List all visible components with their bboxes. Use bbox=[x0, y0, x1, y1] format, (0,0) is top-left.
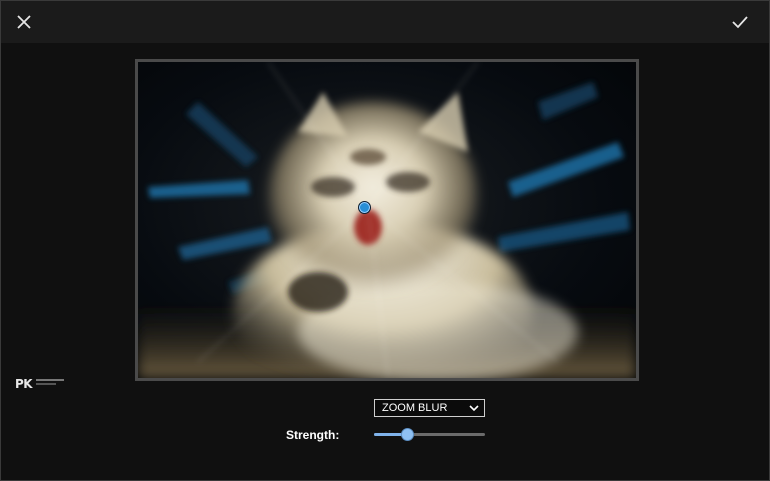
checkmark-icon bbox=[732, 16, 748, 29]
close-button[interactable] bbox=[11, 9, 37, 35]
strength-label: Strength: bbox=[286, 428, 340, 442]
filter-type-select[interactable]: ZOOM BLUR bbox=[374, 399, 485, 417]
watermark-logo: PK bbox=[15, 375, 64, 391]
watermark-subtext-line bbox=[36, 379, 64, 381]
editor-window: PK ZOOM BLUR Strength: bbox=[0, 0, 770, 481]
top-bar bbox=[1, 1, 769, 43]
photo-preview[interactable] bbox=[135, 59, 639, 381]
chevron-down-icon bbox=[469, 405, 479, 412]
confirm-button[interactable] bbox=[727, 9, 753, 35]
filter-type-value: ZOOM BLUR bbox=[382, 402, 448, 414]
close-icon bbox=[17, 15, 31, 29]
slider-thumb[interactable] bbox=[401, 428, 414, 441]
blur-center-handle[interactable] bbox=[358, 201, 371, 214]
watermark-text: PK bbox=[15, 377, 33, 391]
strength-slider[interactable] bbox=[374, 427, 485, 443]
watermark-subtext-line-2 bbox=[36, 383, 56, 385]
blurred-kitten-image bbox=[138, 62, 636, 378]
